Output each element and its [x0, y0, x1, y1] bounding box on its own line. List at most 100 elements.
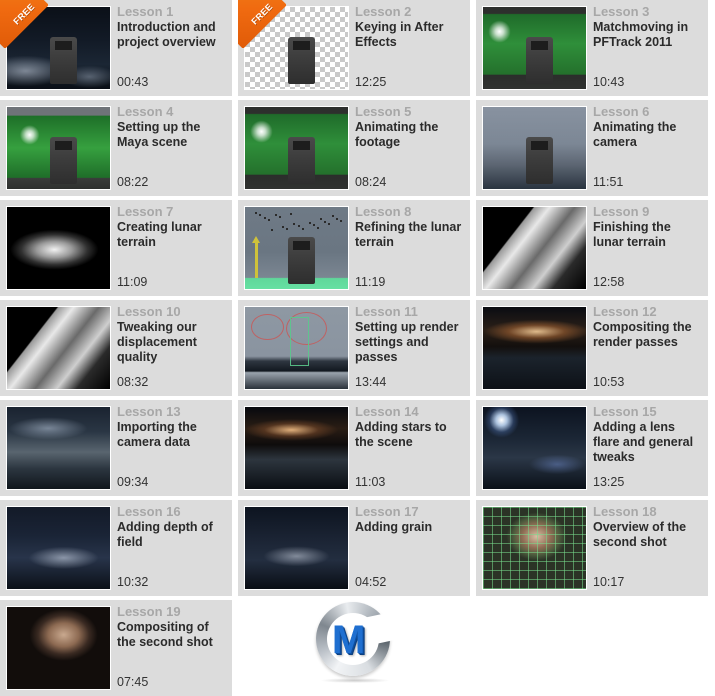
thumbnail-frame [483, 207, 586, 289]
thumbnail-frame [7, 107, 110, 189]
lesson-card[interactable]: Lesson 9 Finishing the lunar terrain 12:58 [476, 200, 708, 296]
lesson-card[interactable]: Lesson 5 Animating the footage 08:24 [238, 100, 470, 196]
scene-speck [297, 225, 300, 228]
lesson-title[interactable]: Adding grain [355, 520, 466, 535]
lesson-title[interactable]: Adding a lens flare and general tweaks [593, 420, 704, 465]
lesson-thumbnail[interactable] [482, 6, 587, 90]
lesson-thumbnail[interactable] [482, 506, 587, 590]
lesson-title[interactable]: Animating the camera [593, 120, 704, 150]
lesson-thumbnail[interactable] [244, 6, 349, 90]
thumbnail-frame [7, 7, 110, 89]
lesson-thumbnail[interactable] [244, 306, 349, 390]
lesson-card[interactable]: Lesson 3 Matchmoving in PFTrack 2011 10:43 [476, 0, 708, 96]
lesson-duration: 09:34 [117, 475, 149, 489]
lesson-duration: 08:24 [355, 175, 387, 189]
lesson-title[interactable]: Tweaking our displacement quality [117, 320, 228, 365]
lesson-thumbnail[interactable] [244, 206, 349, 290]
scene-speck [317, 226, 320, 229]
lesson-card[interactable]: Lesson 18 Overview of the second shot 10:1… [476, 500, 708, 596]
scene-speck [263, 216, 266, 219]
lesson-row: Lesson 10 Tweaking our displacement quali… [0, 300, 715, 396]
lesson-card[interactable]: Lesson 10 Tweaking our displacement quali… [0, 300, 232, 396]
thumbnail-image [245, 307, 348, 389]
lesson-number: Lesson 9 [593, 204, 650, 219]
lesson-duration: 10:17 [593, 575, 625, 589]
lesson-thumbnail[interactable] [6, 306, 111, 390]
lesson-duration: 12:58 [593, 275, 625, 289]
lesson-card[interactable]: Lesson 4 Setting up the Maya scene 08:22 [0, 100, 232, 196]
lesson-card[interactable]: Lesson 7 Creating lunar terrain 11:09 [0, 200, 232, 296]
lesson-thumbnail[interactable] [244, 406, 349, 490]
thumbnail-image [7, 407, 110, 489]
lesson-duration: 13:44 [355, 375, 387, 389]
thumbnail-image [483, 407, 586, 489]
lesson-thumbnail[interactable] [6, 506, 111, 590]
lesson-meta: Lesson 13 Importing the camera data 09:34 [117, 404, 228, 492]
lesson-title[interactable]: Introduction and project overview [117, 20, 228, 50]
lesson-card[interactable]: FREE Lesson 2 Keying in After Effects 12:25 [238, 0, 470, 96]
lesson-number: Lesson 11 [355, 304, 418, 319]
lesson-title[interactable]: Keying in After Effects [355, 20, 466, 50]
lesson-title[interactable]: Overview of the second shot [593, 520, 704, 550]
lesson-thumbnail[interactable] [6, 406, 111, 490]
scene-speck [278, 216, 281, 219]
lesson-title[interactable]: Matchmoving in PFTrack 2011 [593, 20, 704, 50]
lesson-meta: Lesson 16 Adding depth of field 10:32 [117, 504, 228, 592]
cg-logo: M [310, 598, 402, 683]
render-rig-outline [290, 316, 309, 367]
lesson-card[interactable]: Lesson 14 Adding stars to the scene 11:03 [238, 400, 470, 496]
lesson-title[interactable]: Adding stars to the scene [355, 420, 466, 450]
lesson-thumbnail[interactable] [482, 106, 587, 190]
lesson-thumbnail[interactable] [244, 106, 349, 190]
thumbnail-image [245, 207, 348, 289]
lesson-thumbnail[interactable] [482, 206, 587, 290]
lesson-title[interactable]: Adding depth of field [117, 520, 228, 550]
lesson-title[interactable]: Refining the lunar terrain [355, 220, 466, 250]
lesson-title[interactable]: Setting up render settings and passes [355, 320, 466, 365]
thumbnail-frame [7, 507, 110, 589]
lesson-number: Lesson 16 [117, 504, 181, 519]
lesson-meta: Lesson 3 Matchmoving in PFTrack 2011 10:43 [593, 4, 704, 92]
lesson-card[interactable]: Lesson 12 Compositing the render passes 10… [476, 300, 708, 396]
lesson-thumbnail[interactable] [6, 6, 111, 90]
lesson-row: Lesson 13 Importing the camera data 09:34 L… [0, 400, 715, 496]
lesson-card[interactable]: Lesson 16 Adding depth of field 10:32 [0, 500, 232, 596]
lesson-number: Lesson 12 [593, 304, 657, 319]
lesson-title[interactable]: Finishing the lunar terrain [593, 220, 704, 250]
lesson-title[interactable]: Compositing the render passes [593, 320, 704, 350]
lesson-card[interactable]: FREE Lesson 1 Introduction and project ove… [0, 0, 232, 96]
lesson-thumbnail[interactable] [6, 106, 111, 190]
lesson-card[interactable]: Lesson 13 Importing the camera data 09:34 [0, 400, 232, 496]
wireframe-grid-overlay [483, 507, 586, 589]
thumbnail-image [7, 307, 110, 389]
lesson-title[interactable]: Setting up the Maya scene [117, 120, 228, 150]
lesson-thumbnail[interactable] [6, 206, 111, 290]
lesson-thumbnail[interactable] [482, 406, 587, 490]
lesson-card[interactable]: Lesson 17 Adding grain 04:52 [238, 500, 470, 596]
lesson-duration: 13:25 [593, 475, 625, 489]
lesson-card[interactable]: Lesson 6 Animating the camera 11:51 [476, 100, 708, 196]
lesson-title[interactable]: Importing the camera data [117, 420, 228, 450]
lesson-card[interactable]: Lesson 11 Setting up render settings and … [238, 300, 470, 396]
lesson-thumbnail[interactable] [244, 506, 349, 590]
lesson-number: Lesson 4 [117, 104, 174, 119]
scene-speck [255, 211, 258, 214]
lesson-duration: 10:43 [593, 75, 625, 89]
logo-letter: M [332, 620, 394, 662]
scene-speck [301, 227, 304, 230]
lesson-meta: Lesson 4 Setting up the Maya scene 08:22 [117, 104, 228, 192]
thumbnail-frame [483, 507, 586, 589]
thumbnail-image [245, 507, 348, 589]
lesson-meta: Lesson 2 Keying in After Effects 12:25 [355, 4, 466, 92]
lesson-title[interactable]: Animating the footage [355, 120, 466, 150]
lesson-thumbnail[interactable] [482, 306, 587, 390]
lesson-title[interactable]: Creating lunar terrain [117, 220, 228, 250]
thumbnail-image [245, 7, 348, 89]
camera-gizmo-icon [251, 313, 285, 341]
lesson-card[interactable]: Lesson 15 Adding a lens flare and general… [476, 400, 708, 496]
lesson-row: Lesson 7 Creating lunar terrain 11:09 Lesso… [0, 200, 715, 296]
lesson-card[interactable]: Lesson 8 Refining the lunar terrain 11:19 [238, 200, 470, 296]
thumbnail-image [483, 207, 586, 289]
logo-shadow [320, 678, 390, 683]
thumbnail-frame [245, 7, 348, 89]
